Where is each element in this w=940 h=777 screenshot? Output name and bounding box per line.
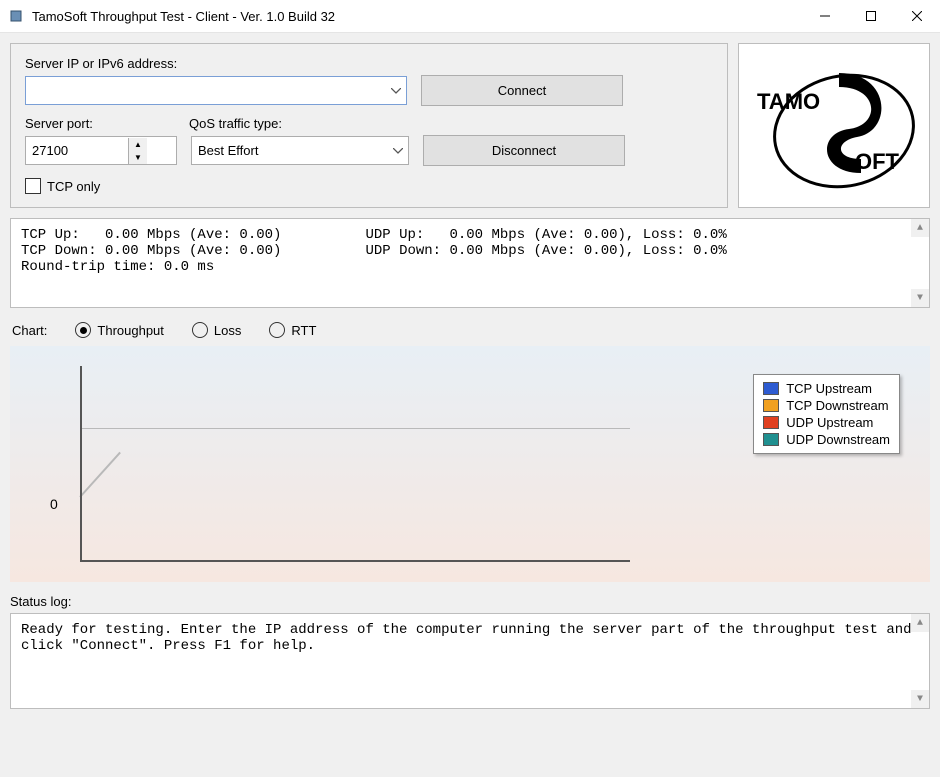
minimize-button[interactable] xyxy=(802,0,848,32)
server-ip-label: Server IP or IPv6 address: xyxy=(25,56,177,71)
svg-text:OFT: OFT xyxy=(855,149,900,174)
spin-down-button[interactable]: ▼ xyxy=(129,151,147,164)
tcp-only-checkbox[interactable]: TCP only xyxy=(25,178,100,194)
chart-label: Chart: xyxy=(12,323,47,338)
status-log-label: Status log: xyxy=(10,594,930,609)
chart-selector: Chart: Throughput Loss RTT xyxy=(10,322,930,338)
stats-udp-down: UDP Down: 0.00 Mbps (Ave: 0.00), Loss: 0… xyxy=(365,243,726,259)
server-port-input[interactable] xyxy=(26,143,128,158)
radio-throughput-label: Throughput xyxy=(97,323,164,338)
legend-udp-downstream: UDP Downstream xyxy=(763,431,890,448)
server-ip-combo[interactable] xyxy=(25,76,407,105)
radio-icon xyxy=(192,322,208,338)
server-port-label: Server port: xyxy=(25,116,175,131)
stats-tcp-down: TCP Down: 0.00 Mbps (Ave: 0.00) xyxy=(21,243,281,259)
legend-swatch-icon xyxy=(763,416,779,429)
chart-y-axis xyxy=(80,366,82,562)
server-port-stepper[interactable]: ▲ ▼ xyxy=(25,136,177,165)
chart-gridline xyxy=(80,428,630,429)
close-button[interactable] xyxy=(894,0,940,32)
radio-rtt[interactable]: RTT xyxy=(269,322,316,338)
scrollbar[interactable]: ▲ ▼ xyxy=(911,219,929,307)
stats-tcp-up: TCP Up: 0.00 Mbps (Ave: 0.00) xyxy=(21,227,281,243)
chart-y-tick-0: 0 xyxy=(50,496,58,512)
legend-tcp-downstream: TCP Downstream xyxy=(763,397,890,414)
svg-text:TAMO: TAMO xyxy=(757,89,820,114)
scroll-down-icon[interactable]: ▼ xyxy=(911,289,929,307)
legend-label: UDP Upstream xyxy=(786,415,873,430)
radio-loss[interactable]: Loss xyxy=(192,322,241,338)
legend-swatch-icon xyxy=(763,382,779,395)
chevron-down-icon[interactable] xyxy=(385,88,406,94)
scroll-down-icon[interactable]: ▼ xyxy=(911,690,929,708)
stats-box: TCP Up: 0.00 Mbps (Ave: 0.00) UDP Up: 0.… xyxy=(10,218,930,308)
connect-button[interactable]: Connect xyxy=(421,75,623,106)
radio-icon xyxy=(75,322,91,338)
chevron-down-icon[interactable] xyxy=(388,148,408,154)
window-buttons xyxy=(802,0,940,32)
tamosoft-logo-icon: TAMO OFT xyxy=(749,51,919,201)
radio-rtt-label: RTT xyxy=(291,323,316,338)
legend-tcp-upstream: TCP Upstream xyxy=(763,380,890,397)
maximize-button[interactable] xyxy=(848,0,894,32)
stats-udp-up: UDP Up: 0.00 Mbps (Ave: 0.00), Loss: 0.0… xyxy=(365,227,726,243)
client-area: Server IP or IPv6 address: Connect Serve… xyxy=(0,33,940,709)
legend-swatch-icon xyxy=(763,433,779,446)
chart-x-axis xyxy=(80,560,630,562)
spin-up-button[interactable]: ▲ xyxy=(129,138,147,151)
scroll-up-icon[interactable]: ▲ xyxy=(911,614,929,632)
legend-label: TCP Downstream xyxy=(786,398,888,413)
checkbox-icon xyxy=(25,178,41,194)
server-ip-input[interactable] xyxy=(26,77,385,104)
status-text: Ready for testing. Enter the IP address … xyxy=(21,622,912,654)
top-row: Server IP or IPv6 address: Connect Serve… xyxy=(10,43,930,208)
chart-legend: TCP Upstream TCP Downstream UDP Upstream… xyxy=(753,374,900,454)
window-title: TamoSoft Throughput Test - Client - Ver.… xyxy=(32,9,802,24)
legend-label: TCP Upstream xyxy=(786,381,872,396)
stats-rtt: Round-trip time: 0.0 ms xyxy=(21,259,214,275)
status-log[interactable]: Ready for testing. Enter the IP address … xyxy=(10,613,930,709)
radio-loss-label: Loss xyxy=(214,323,241,338)
connection-panel: Server IP or IPv6 address: Connect Serve… xyxy=(10,43,728,208)
legend-udp-upstream: UDP Upstream xyxy=(763,414,890,431)
logo-panel: TAMO OFT xyxy=(738,43,930,208)
scrollbar[interactable]: ▲ ▼ xyxy=(911,614,929,708)
radio-icon xyxy=(269,322,285,338)
qos-combo[interactable] xyxy=(191,136,409,165)
scroll-up-icon[interactable]: ▲ xyxy=(911,219,929,237)
chart-area: 0 TCP Upstream TCP Downstream UDP Upstre… xyxy=(10,346,930,582)
radio-throughput[interactable]: Throughput xyxy=(75,322,164,338)
legend-swatch-icon xyxy=(763,399,779,412)
disconnect-button[interactable]: Disconnect xyxy=(423,135,625,166)
titlebar: TamoSoft Throughput Test - Client - Ver.… xyxy=(0,0,940,33)
chart-initial-line xyxy=(79,452,121,498)
qos-input[interactable] xyxy=(192,137,388,164)
spin-buttons: ▲ ▼ xyxy=(128,138,147,164)
tcp-only-label: TCP only xyxy=(47,179,100,194)
legend-label: UDP Downstream xyxy=(786,432,890,447)
qos-label: QoS traffic type: xyxy=(189,116,405,131)
app-icon xyxy=(8,8,24,24)
